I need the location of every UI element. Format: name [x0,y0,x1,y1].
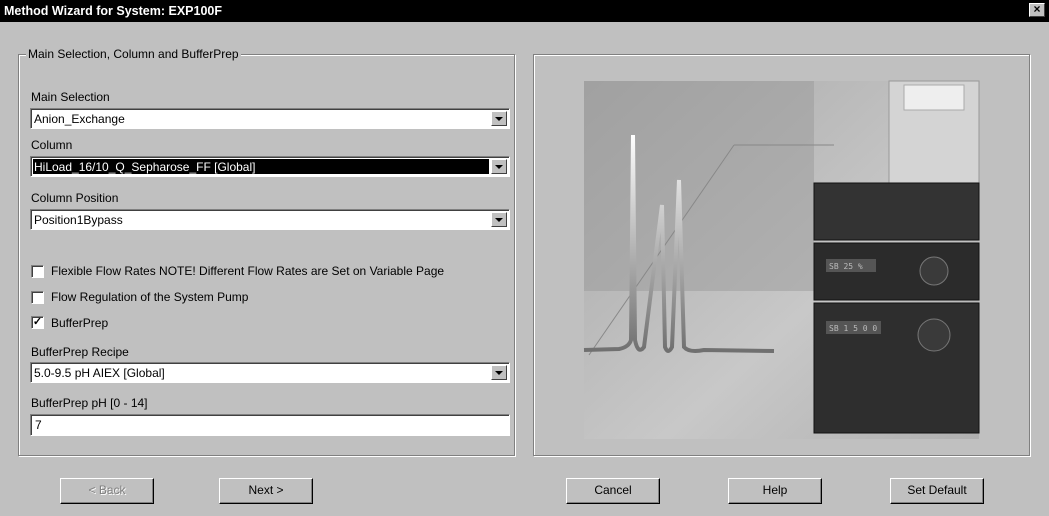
column-value: HiLoad_16/10_Q_Sepharose_FF [Global] [34,160,256,174]
set-default-button[interactable]: Set Default [890,478,984,504]
bufferprep-ph-input[interactable] [30,414,510,436]
control-knob-1 [919,256,949,286]
flow-regulation-label: Flow Regulation of the System Pump [51,290,249,304]
bottle-cap [903,84,965,111]
chevron-down-icon[interactable] [491,365,507,380]
column-position-label: Column Position [31,191,119,205]
chevron-down-icon[interactable] [491,212,507,227]
title-bar: Method Wizard for System: EXP100F × [0,0,1049,22]
control-knob-2 [917,318,951,352]
bufferprep-recipe-value: 5.0-9.5 pH AIEX [Global] [34,366,165,380]
chevron-down-icon[interactable] [491,111,507,126]
next-button[interactable]: Next > [219,478,313,504]
bufferprep-recipe-label: BufferPrep Recipe [31,345,129,359]
display-1-text: SB 25 % [829,262,863,271]
help-button[interactable]: Help [728,478,822,504]
bufferprep-checkbox[interactable]: ✓ [31,316,44,329]
grid-overlay [584,81,814,291]
chromatography-illustration: SB 25 % SB 1 5 0 0 [583,80,980,439]
back-button[interactable]: < Back [60,478,154,504]
instrument-top-module [813,182,980,241]
column-dropdown[interactable]: HiLoad_16/10_Q_Sepharose_FF [Global] [30,156,510,177]
display-2-text: SB 1 5 0 0 [829,324,877,333]
main-selection-label: Main Selection [31,90,110,104]
bufferprep-ph-label: BufferPrep pH [0 - 14] [31,396,148,410]
column-position-dropdown[interactable]: Position1Bypass [30,209,510,230]
flexible-flow-checkbox[interactable] [31,265,44,278]
flow-regulation-checkbox[interactable] [31,291,44,304]
column-label: Column [31,138,73,152]
main-selection-dropdown[interactable]: Anion_Exchange [30,108,510,129]
flexible-flow-label: Flexible Flow Rates NOTE! Different Flow… [51,264,445,278]
group-title: Main Selection, Column and BufferPrep [26,47,241,61]
main-selection-value: Anion_Exchange [34,112,125,126]
image-panel: SB 25 % SB 1 5 0 0 [533,54,1030,456]
close-button[interactable]: × [1029,3,1045,17]
bufferprep-recipe-dropdown[interactable]: 5.0-9.5 pH AIEX [Global] [30,362,510,383]
cancel-button[interactable]: Cancel [566,478,660,504]
window-title: Method Wizard for System: EXP100F [4,4,222,18]
bufferprep-label: BufferPrep [51,316,109,330]
chevron-down-icon[interactable] [491,159,507,174]
column-position-value: Position1Bypass [34,213,123,227]
